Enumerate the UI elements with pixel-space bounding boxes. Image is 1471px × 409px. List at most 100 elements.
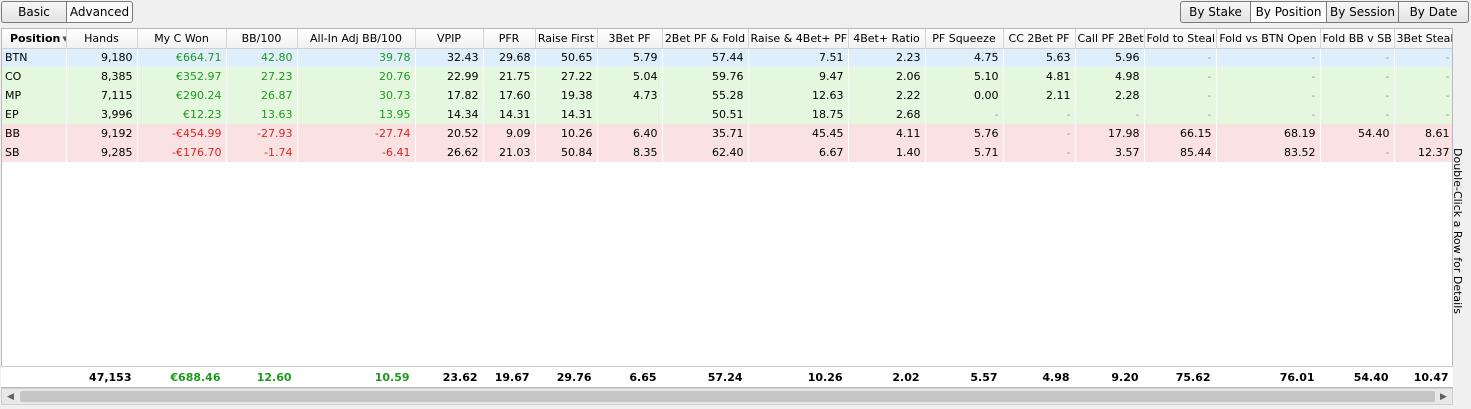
column-header-3bet-pf[interactable]: 3Bet PF [597, 29, 663, 49]
table-cell: - [1320, 105, 1394, 124]
column-header-my-c-won[interactable]: My C Won [137, 29, 227, 49]
table-cell: 20.52 [415, 124, 483, 143]
column-header-fold-to-steal[interactable]: Fold to Steal [1144, 29, 1217, 49]
table-row[interactable]: CO 8,385 €352.97 27.23 20.76 22.99 21.75 27.22 5… [2, 67, 1452, 86]
table-cell: 50.51 [662, 105, 748, 124]
column-header-3bet-steal[interactable]: 3Bet Steal [1394, 29, 1452, 49]
table-cell: 9,192 [66, 124, 137, 143]
table-cell: 21.75 [483, 67, 535, 86]
by-date-tab[interactable]: By Date [1399, 1, 1469, 23]
column-header-call-pf-2bet[interactable]: Call PF 2Bet [1075, 29, 1145, 49]
total-cell: 9.20 [1111, 370, 1139, 384]
table-cell: 6.67 [748, 143, 848, 162]
totals-row: 47,153 €688.46 12.60 10.59 23.62 19.67 29.76 6.… [1, 366, 1453, 387]
column-header-4bet-ratio[interactable]: 4Bet+ Ratio [848, 29, 926, 49]
table-cell: - [925, 105, 1003, 124]
scroll-right-arrow-icon[interactable]: ▶ [1435, 389, 1452, 404]
table-cell: - [1394, 86, 1452, 105]
table-cell: - [1216, 67, 1320, 86]
table-cell: 4.81 [1003, 67, 1075, 86]
horizontal-scrollbar[interactable]: ◀ ▶ [1, 388, 1453, 405]
total-cell: 19.67 [494, 370, 530, 384]
table-cell: 2.23 [848, 48, 925, 67]
column-header-raise-first[interactable]: Raise First [535, 29, 598, 49]
column-header-pf-squeeze[interactable]: PF Squeeze [925, 29, 1004, 49]
total-cell: 76.01 [1279, 370, 1315, 384]
table-cell: 85.44 [1144, 143, 1216, 162]
column-header-position[interactable]: Position▼ [2, 29, 67, 49]
table-cell: 2.11 [1003, 86, 1075, 105]
table-row[interactable]: EP 3,996 €12.23 13.63 13.95 14.34 14.31 14.31 50… [2, 105, 1452, 124]
column-header-vpip[interactable]: VPIP [415, 29, 484, 49]
table-cell: 13.95 [297, 105, 415, 124]
table-cell: 9.09 [483, 124, 535, 143]
table-row[interactable]: BB 9,192 -€454.99 -27.93 -27.74 20.52 9.09 10.2… [2, 124, 1452, 143]
toolbar: Basic Advanced By Stake By Position By S… [0, 0, 1471, 27]
table-cell: 32.43 [415, 48, 483, 67]
table-cell: 5.76 [925, 124, 1003, 143]
table-cell: - [1394, 105, 1452, 124]
table-row[interactable]: BTN 9,180 €664.71 42.80 39.78 32.43 29.68 50.65… [2, 48, 1452, 67]
details-hint-panel: Double-Click a Row for Details [1451, 28, 1471, 388]
table-cell: - [1216, 105, 1320, 124]
table-cell: BTN [2, 48, 66, 67]
table-cell: €664.71 [137, 48, 226, 67]
table-cell: -1.74 [226, 143, 297, 162]
column-header-cc-2bet-pf[interactable]: CC 2Bet PF [1003, 29, 1076, 49]
by-position-tab[interactable]: By Position [1251, 1, 1327, 23]
by-session-tab[interactable]: By Session [1327, 1, 1399, 23]
advanced-view-button[interactable]: Advanced [67, 1, 133, 23]
table-cell: 66.15 [1144, 124, 1216, 143]
table-cell: 6.40 [597, 124, 662, 143]
table-cell: - [1003, 143, 1075, 162]
column-header-all-in-adj-bb-100[interactable]: All-In Adj BB/100 [297, 29, 416, 49]
table-row[interactable]: SB 9,285 -€176.70 -1.74 -6.41 26.62 21.03 50.84… [2, 143, 1452, 162]
table-cell: 55.28 [662, 86, 748, 105]
table-cell: 17.98 [1075, 124, 1144, 143]
table-cell: 12.37 [1394, 143, 1452, 162]
table-cell: EP [2, 105, 66, 124]
total-cell: 4.98 [1042, 370, 1070, 384]
by-stake-tab[interactable]: By Stake [1180, 1, 1251, 23]
table-cell: €352.97 [137, 67, 226, 86]
total-cell: 47,153 [89, 370, 132, 384]
table-cell: 2.22 [848, 86, 925, 105]
table-cell: MP [2, 86, 66, 105]
sort-descending-icon: ▼ [62, 35, 65, 43]
table-cell: 4.98 [1075, 67, 1144, 86]
table-cell: 59.76 [662, 67, 748, 86]
scroll-left-arrow-icon[interactable]: ◀ [2, 389, 19, 404]
total-cell: 29.76 [556, 370, 592, 384]
table-cell: SB [2, 143, 66, 162]
scrollbar-thumb[interactable] [20, 391, 1435, 402]
table-cell: 68.19 [1216, 124, 1320, 143]
table-cell: - [1320, 67, 1394, 86]
total-cell: 10.47 [1413, 370, 1449, 384]
stats-grid: Position▼HandsMy C WonBB/100All-In Adj B… [1, 28, 1453, 388]
column-header-fold-vs-btn-open[interactable]: Fold vs BTN Open [1216, 29, 1321, 49]
table-cell: 54.40 [1320, 124, 1394, 143]
column-header-raise-4bet-pf[interactable]: Raise & 4Bet+ PF [748, 29, 849, 49]
column-header-hands[interactable]: Hands [66, 29, 138, 49]
table-cell: 4.11 [848, 124, 925, 143]
table-cell: 26.87 [226, 86, 297, 105]
column-header-pfr[interactable]: PFR [483, 29, 536, 49]
table-cell: - [1216, 48, 1320, 67]
table-cell: 62.40 [662, 143, 748, 162]
basic-view-button[interactable]: Basic [1, 1, 67, 23]
column-header-fold-bb-v-sb[interactable]: Fold BB v SB [1320, 29, 1395, 49]
column-header-2bet-pf-fold[interactable]: 2Bet PF & Fold [662, 29, 749, 49]
table-cell: BB [2, 124, 66, 143]
table-cell: 14.31 [535, 105, 597, 124]
table-row[interactable]: MP 7,115 €290.24 26.87 30.73 17.82 17.60 19.38 4… [2, 86, 1452, 105]
column-header-bb-100[interactable]: BB/100 [226, 29, 298, 49]
table-cell: 29.68 [483, 48, 535, 67]
table-cell: - [1144, 67, 1216, 86]
table-cell: 22.99 [415, 67, 483, 86]
table-cell: 45.45 [748, 124, 848, 143]
table-cell: - [1144, 86, 1216, 105]
table-cell: -6.41 [297, 143, 415, 162]
table-cell: 5.63 [1003, 48, 1075, 67]
table-cell: 39.78 [297, 48, 415, 67]
table-cell: 4.73 [597, 86, 662, 105]
